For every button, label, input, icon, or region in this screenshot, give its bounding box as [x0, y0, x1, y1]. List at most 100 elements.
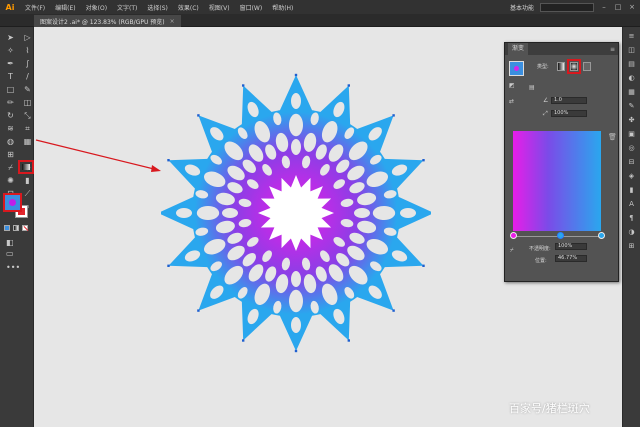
paintbrush-icon[interactable]: ✎	[21, 84, 34, 95]
eyedropper-stop-icon[interactable]: ⌿	[510, 247, 514, 255]
none-mode-button[interactable]	[22, 225, 28, 231]
menu-file[interactable]: 文件(F)	[20, 3, 50, 12]
maximize-icon[interactable]: □	[614, 3, 622, 11]
brushes-icon[interactable]: ✎	[627, 102, 637, 111]
more-tools-icon[interactable]: •••	[6, 263, 20, 272]
rectangle-tool-icon[interactable]: □	[4, 84, 17, 95]
layers-icon[interactable]: ◫	[627, 46, 637, 55]
anchor-point[interactable]	[197, 309, 200, 312]
menu-view[interactable]: 视图(V)	[204, 3, 235, 12]
anchor-point[interactable]	[294, 349, 298, 353]
selection-tool-icon[interactable]: ➤	[4, 32, 17, 43]
menu-type[interactable]: 文字(T)	[112, 3, 142, 12]
width-tool-icon[interactable]: ≋	[4, 123, 17, 134]
mandala-artwork[interactable]	[161, 68, 431, 358]
color-mode-button[interactable]	[4, 225, 10, 231]
linear-gradient-button[interactable]	[557, 62, 565, 71]
fill-stroke-control[interactable]	[3, 193, 31, 221]
curvature-tool-icon[interactable]: ∫	[21, 58, 34, 69]
line-tool-icon[interactable]: /	[21, 71, 34, 82]
anchor-point[interactable]	[347, 84, 350, 87]
opacity-field[interactable]: 100%	[555, 243, 587, 250]
symbol-sprayer-icon[interactable]: ✺	[4, 175, 17, 186]
draw-mode-icon[interactable]: ◧	[6, 238, 14, 247]
location-field[interactable]: 46.77%	[555, 255, 587, 262]
scale-tool-icon[interactable]: ⤡	[21, 110, 34, 121]
fill-swatch[interactable]	[3, 193, 22, 212]
mesh-tool-icon[interactable]: ⊞	[4, 149, 17, 160]
gradient-stop-end[interactable]	[598, 232, 605, 239]
anchor-point[interactable]	[242, 339, 245, 342]
transparency-icon[interactable]: ◑	[627, 228, 637, 237]
gradient-mode-button[interactable]	[13, 225, 19, 231]
properties-icon[interactable]: ≡	[627, 32, 637, 41]
anchor-point[interactable]	[392, 309, 395, 312]
pathfinder-icon[interactable]: ◈	[627, 172, 637, 181]
shape-builder-icon[interactable]: ◍	[4, 136, 17, 147]
anchor-point[interactable]	[167, 159, 170, 162]
gradient-stop-start[interactable]	[510, 232, 517, 239]
stroke-gradient-icon[interactable]: ▤	[529, 84, 535, 91]
anchor-point[interactable]	[347, 339, 350, 342]
lasso-icon[interactable]: ⌇	[21, 45, 34, 56]
fill-stroke-mini-icon[interactable]: ◩	[509, 82, 515, 89]
freeform-gradient-button[interactable]	[583, 62, 591, 71]
angle-field[interactable]: 1.0	[551, 97, 587, 104]
delete-stop-icon[interactable]: 🗑	[608, 133, 617, 141]
color-icon[interactable]: ◐	[627, 74, 637, 83]
anchor-point[interactable]	[242, 84, 245, 87]
menu-window[interactable]: 窗口(W)	[235, 3, 268, 12]
menu-help[interactable]: 帮助(H)	[267, 3, 298, 12]
character-icon[interactable]: A	[627, 200, 637, 209]
free-transform-icon[interactable]: ⌗	[21, 123, 34, 134]
rotate-tool-icon[interactable]: ↻	[4, 110, 17, 121]
type-tool-icon[interactable]: T	[4, 71, 17, 82]
pen-tool-icon[interactable]: ✒	[4, 58, 17, 69]
gradient-preview-swatch[interactable]	[509, 61, 524, 76]
gradient-panel-icon[interactable]: ▮	[627, 186, 637, 195]
paragraph-icon[interactable]: ¶	[627, 214, 637, 223]
menu-edit[interactable]: 编辑(E)	[50, 3, 80, 12]
aspect-ratio-field[interactable]: 100%	[551, 110, 587, 117]
gradient-tool-icon[interactable]	[21, 149, 34, 160]
reverse-gradient-icon[interactable]: ⇄	[509, 98, 514, 105]
gradient-stop-middle[interactable]	[557, 232, 564, 239]
graphic-styles-icon[interactable]: ▣	[627, 130, 637, 139]
transform-icon[interactable]: ⊞	[627, 242, 637, 251]
anchor-point[interactable]	[167, 264, 170, 267]
screen-mode-icon[interactable]: ▭	[6, 249, 14, 258]
close-icon[interactable]: ×	[628, 3, 636, 11]
swatches-icon[interactable]: ▦	[627, 88, 637, 97]
tab-close-icon[interactable]: ×	[170, 18, 175, 25]
perspective-grid-icon[interactable]: ▦	[21, 136, 34, 147]
direct-selection-tool-icon[interactable]: ▷	[21, 32, 34, 43]
gradient-slider-bar[interactable]	[513, 131, 601, 231]
gradient-panel-tab[interactable]: 渐变	[508, 43, 529, 55]
anchor-point[interactable]	[422, 264, 425, 267]
panel-menu-icon[interactable]: ≡	[610, 46, 615, 53]
eyedropper-icon[interactable]: ⌿	[4, 162, 17, 173]
right-panel-strip: ≡ ◫ ▤ ◐ ▦ ✎ ✤ ▣ ◎ ⊟ ◈ ▮ A ¶ ◑ ⊞	[622, 27, 640, 427]
angle-icon[interactable]: ∠	[543, 97, 548, 104]
search-input[interactable]	[540, 2, 594, 12]
menu-select[interactable]: 选择(S)	[142, 3, 173, 12]
anchor-point[interactable]	[392, 114, 395, 117]
anchor-point[interactable]	[422, 159, 425, 162]
document-tab[interactable]: 图案设计2 .ai* @ 123.83% (RGB/GPU 预览) ×	[34, 15, 181, 27]
magic-wand-icon[interactable]: ✧	[4, 45, 17, 56]
pencil-icon[interactable]: ✏	[4, 97, 17, 108]
anchor-point[interactable]	[294, 73, 298, 77]
minimize-icon[interactable]: –	[600, 3, 608, 11]
anchor-point[interactable]	[197, 114, 200, 117]
menu-object[interactable]: 对象(O)	[81, 3, 112, 12]
eraser-icon[interactable]: ◫	[21, 97, 34, 108]
symbols-icon[interactable]: ✤	[627, 116, 637, 125]
appearance-icon[interactable]: ◎	[627, 144, 637, 153]
menu-effect[interactable]: 效果(C)	[173, 3, 204, 12]
gradient-tool-highlight[interactable]	[18, 160, 34, 174]
libraries-icon[interactable]: ▤	[627, 60, 637, 69]
aspect-ratio-icon[interactable]: ⤢	[543, 110, 548, 118]
column-graph-icon[interactable]: ▮	[21, 175, 34, 186]
workspace-switcher[interactable]: 基本功能	[510, 3, 534, 12]
align-icon[interactable]: ⊟	[627, 158, 637, 167]
